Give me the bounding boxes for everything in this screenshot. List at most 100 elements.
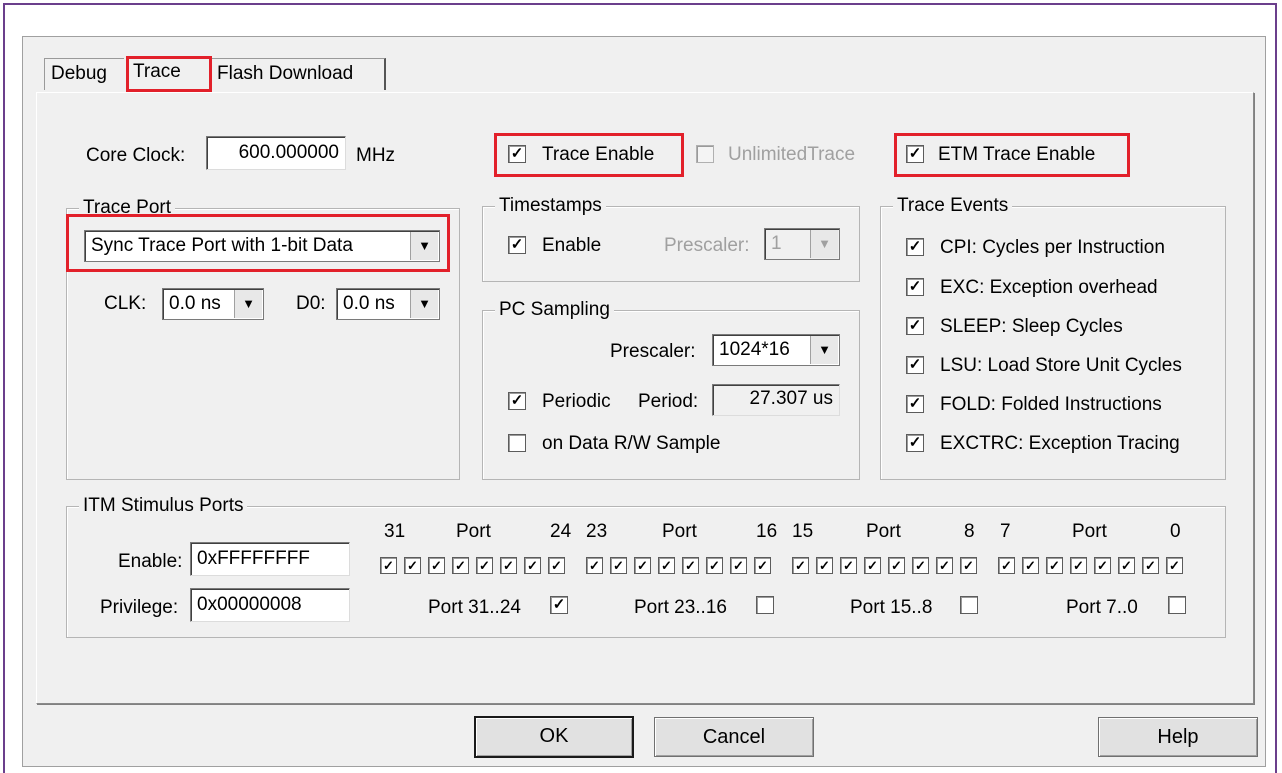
port-18-checkbox[interactable]: ✓ xyxy=(706,557,723,574)
timestamps-prescaler-label: Prescaler: xyxy=(664,235,750,256)
priv-port-23-16-label: Port 23..16 xyxy=(634,597,727,618)
trace-event-exctrc-checkbox[interactable]: ✓ xyxy=(906,434,924,452)
itm-privilege-input[interactable]: 0x00000008 xyxy=(190,588,350,622)
timestamps-enable-label: Enable xyxy=(542,235,602,256)
port-12-checkbox[interactable]: ✓ xyxy=(864,557,881,574)
port-29-checkbox[interactable]: ✓ xyxy=(428,557,445,574)
port-1-checkbox[interactable]: ✓ xyxy=(1142,557,1159,574)
trace-event-fold-checkbox[interactable]: ✓ xyxy=(906,395,924,413)
port-13-checkbox[interactable]: ✓ xyxy=(840,557,857,574)
trace-event-fold-label: FOLD: Folded Instructions xyxy=(940,394,1162,415)
port-group-0-lo: 24 xyxy=(550,521,572,542)
port-group-1-word: Port xyxy=(662,521,697,542)
periodic-checkbox[interactable]: ✓ xyxy=(508,392,526,410)
period-label: Period: xyxy=(638,391,699,412)
pc-sampling-title: PC Sampling xyxy=(495,299,614,321)
port-7-checkbox[interactable]: ✓ xyxy=(998,557,1015,574)
priv-port-23-16-checkbox[interactable] xyxy=(756,596,774,614)
tab-flash-download[interactable]: Flash Download xyxy=(210,58,386,90)
trace-event-cpi-label: CPI: Cycles per Instruction xyxy=(940,237,1165,258)
trace-port-value: Sync Trace Port with 1-bit Data xyxy=(91,235,353,256)
port-0-checkbox[interactable]: ✓ xyxy=(1166,557,1183,574)
trace-enable-label: Trace Enable xyxy=(542,144,655,165)
trace-port-select[interactable]: Sync Trace Port with 1-bit Data ▼ xyxy=(84,230,440,262)
port-3-checkbox[interactable]: ✓ xyxy=(1094,557,1111,574)
port-2-checkbox[interactable]: ✓ xyxy=(1118,557,1135,574)
itm-title: ITM Stimulus Ports xyxy=(79,495,248,517)
port-group-1-hi: 23 xyxy=(586,521,608,542)
port-22-checkbox[interactable]: ✓ xyxy=(610,557,627,574)
port-25-checkbox[interactable]: ✓ xyxy=(524,557,541,574)
priv-port-15-8-checkbox[interactable] xyxy=(960,596,978,614)
port-6-checkbox[interactable]: ✓ xyxy=(1022,557,1039,574)
port-group-1-lo: 16 xyxy=(756,521,778,542)
port-24-checkbox[interactable]: ✓ xyxy=(548,557,565,574)
port-11-checkbox[interactable]: ✓ xyxy=(888,557,905,574)
trace-port-title: Trace Port xyxy=(79,197,175,219)
port-20-checkbox[interactable]: ✓ xyxy=(658,557,675,574)
tab-trace[interactable]: Trace xyxy=(126,56,210,92)
port-15-checkbox[interactable]: ✓ xyxy=(792,557,809,574)
chevron-down-icon: ▼ xyxy=(810,230,838,258)
itm-enable-input[interactable]: 0xFFFFFFFF xyxy=(190,542,350,576)
core-clock-input[interactable]: 600.000000 xyxy=(206,136,346,170)
ok-button[interactable]: OK xyxy=(474,716,634,758)
trace-event-sleep-checkbox[interactable]: ✓ xyxy=(906,317,924,335)
port-group-0-hi: 31 xyxy=(384,521,406,542)
etm-trace-enable-checkbox[interactable]: ✓ xyxy=(906,145,924,163)
port-21-checkbox[interactable]: ✓ xyxy=(634,557,651,574)
port-8-checkbox[interactable]: ✓ xyxy=(960,557,977,574)
priv-port-7-0-checkbox[interactable] xyxy=(1168,596,1186,614)
port-26-checkbox[interactable]: ✓ xyxy=(500,557,517,574)
trace-events-title: Trace Events xyxy=(893,195,1013,217)
trace-event-lsu-checkbox[interactable]: ✓ xyxy=(906,356,924,374)
timestamps-prescaler-select[interactable]: 1 ▼ xyxy=(764,228,840,260)
port-23-checkbox[interactable]: ✓ xyxy=(586,557,603,574)
port-30-checkbox[interactable]: ✓ xyxy=(404,557,421,574)
port-group-0-word: Port xyxy=(456,521,491,542)
port-28-checkbox[interactable]: ✓ xyxy=(452,557,469,574)
trace-event-exc-label: EXC: Exception overhead xyxy=(940,277,1158,298)
port-19-checkbox[interactable]: ✓ xyxy=(682,557,699,574)
port-group-3-hi: 7 xyxy=(1000,521,1011,542)
port-14-checkbox[interactable]: ✓ xyxy=(816,557,833,574)
tab-debug[interactable]: Debug xyxy=(44,58,124,90)
chevron-down-icon: ▼ xyxy=(410,290,438,318)
chevron-down-icon: ▼ xyxy=(410,232,438,260)
etm-trace-enable-label: ETM Trace Enable xyxy=(938,144,1096,165)
port-16-checkbox[interactable]: ✓ xyxy=(754,557,771,574)
port-10-checkbox[interactable]: ✓ xyxy=(912,557,929,574)
data-rw-sample-checkbox[interactable] xyxy=(508,434,526,452)
priv-port-31-24-checkbox[interactable]: ✓ xyxy=(550,596,568,614)
chevron-down-icon: ▼ xyxy=(234,290,262,318)
trace-event-exctrc-label: EXCTRC: Exception Tracing xyxy=(940,433,1180,454)
timestamps-enable-checkbox[interactable]: ✓ xyxy=(508,236,526,254)
priv-port-15-8-label: Port 15..8 xyxy=(850,597,933,618)
port-group-3-word: Port xyxy=(1072,521,1107,542)
d0-select[interactable]: 0.0 ns ▼ xyxy=(336,288,440,320)
port-27-checkbox[interactable]: ✓ xyxy=(476,557,493,574)
trace-event-lsu-label: LSU: Load Store Unit Cycles xyxy=(940,355,1182,376)
port-group-2-word: Port xyxy=(866,521,901,542)
port-group-3-lo: 0 xyxy=(1170,521,1181,542)
itm-privilege-label: Privilege: xyxy=(100,597,179,618)
priv-port-7-0-label: Port 7..0 xyxy=(1066,597,1138,618)
cancel-button[interactable]: Cancel xyxy=(654,717,814,757)
pc-prescaler-select[interactable]: 1024*16 ▼ xyxy=(712,334,840,366)
pc-prescaler-label: Prescaler: xyxy=(610,341,696,362)
chevron-down-icon: ▼ xyxy=(810,336,838,364)
priv-port-31-24-label: Port 31..24 xyxy=(428,597,521,618)
clk-select[interactable]: 0.0 ns ▼ xyxy=(162,288,264,320)
port-9-checkbox[interactable]: ✓ xyxy=(936,557,953,574)
port-5-checkbox[interactable]: ✓ xyxy=(1046,557,1063,574)
trace-event-cpi-checkbox[interactable]: ✓ xyxy=(906,238,924,256)
port-4-checkbox[interactable]: ✓ xyxy=(1070,557,1087,574)
help-button[interactable]: Help xyxy=(1098,717,1258,757)
trace-event-exc-checkbox[interactable]: ✓ xyxy=(906,278,924,296)
port-31-checkbox[interactable]: ✓ xyxy=(380,557,397,574)
unlimited-trace-label: UnlimitedTrace xyxy=(728,144,856,165)
trace-enable-checkbox[interactable]: ✓ xyxy=(508,145,526,163)
data-rw-sample-label: on Data R/W Sample xyxy=(542,433,721,454)
port-17-checkbox[interactable]: ✓ xyxy=(730,557,747,574)
unlimited-trace-checkbox[interactable] xyxy=(696,145,714,163)
